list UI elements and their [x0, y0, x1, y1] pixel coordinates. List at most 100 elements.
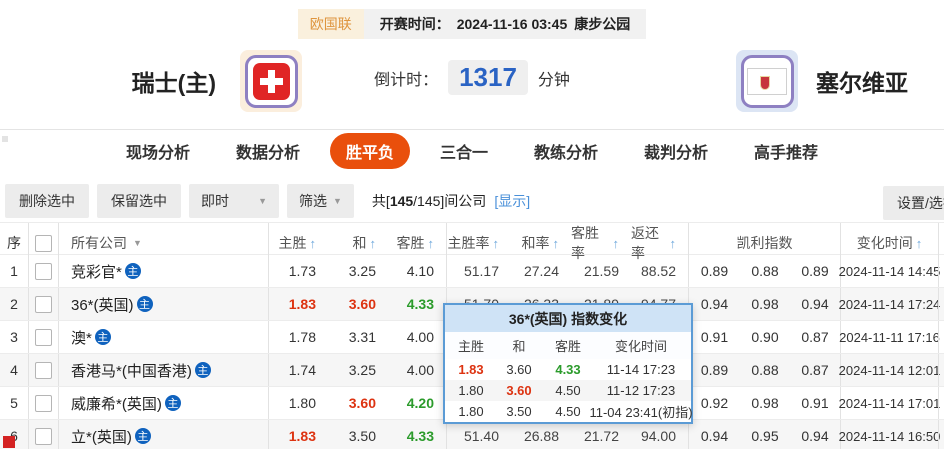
company-cell[interactable]: 香港马*(中国香港) 主 [58, 354, 268, 386]
odds-home-win: 1.74 [268, 354, 328, 386]
sort-up-icon: ↑ [427, 235, 435, 251]
match-info-bar: 欧国联 开赛时间： 2024-11-16 03:45 康步公园 [0, 9, 944, 39]
popup-row: 1.80 3.60 4.50 11-12 17:23 [445, 380, 691, 401]
row-checkbox[interactable] [35, 427, 52, 445]
odds-away-win: 4.00 [406, 362, 434, 378]
kelly-2: 0.95 [751, 428, 779, 444]
row-checkbox-cell [28, 255, 58, 287]
change-time: 2024-11-14 14:45 [839, 255, 940, 287]
nav-tab-4[interactable]: 三合一 [424, 133, 504, 169]
kelly-1: 0.89 [688, 255, 740, 287]
nav-tab-5[interactable]: 教练分析 [518, 133, 614, 169]
company-name: 威廉希*(英国) [71, 395, 162, 413]
league-badge: 欧国联 [297, 9, 364, 39]
kelly-3: 0.87 [801, 329, 829, 345]
odds-draw: 3.60 [506, 362, 532, 377]
odds-away-win: 4.00 [406, 329, 434, 345]
odds-draw: 3.50 [348, 428, 376, 444]
keep-selected-button[interactable]: 保留选中 [97, 184, 181, 218]
row-index: 1 [10, 263, 18, 279]
sort-up-icon: ↑ [309, 235, 317, 251]
table-row: 1 竞彩官* 主 1.73 3.25 4.10 51.17 27.24 21.59 88.52 0.… [0, 255, 944, 288]
show-link[interactable]: [显示] [494, 191, 530, 211]
row-checkbox-cell [28, 387, 58, 419]
draw-rate: 27.24 [523, 263, 559, 279]
company-cell[interactable]: 立*(英国) 主 [58, 420, 268, 449]
odds-home-win: 1.83 [268, 420, 328, 449]
popup-row: 1.83 3.60 4.33 11-14 17:23 [445, 359, 691, 380]
row-checkbox-cell [28, 420, 58, 449]
countdown-label: 倒计时： [374, 71, 439, 89]
caret-down-icon: ▼ [333, 196, 342, 206]
nav-tab-2[interactable]: 数据分析 [220, 133, 316, 169]
company-cell[interactable]: 竞彩官* 主 [58, 255, 268, 287]
filter-dropdown-label: 筛选 [299, 193, 327, 209]
odds-draw: 3.25 [348, 362, 376, 378]
row-checkbox[interactable] [35, 394, 52, 412]
nav-tab-7[interactable]: 高手推荐 [738, 133, 834, 169]
kelly-2: 0.88 [751, 362, 779, 378]
nav-tab-3[interactable]: 胜平负 [329, 133, 410, 169]
kelly-2: 0.98 [751, 395, 779, 411]
kelly-3: 0.91 [801, 395, 829, 411]
company-cell[interactable]: 威廉希*(英国) 主 [58, 387, 268, 419]
company-name: 36*(英国) [71, 296, 134, 314]
row-checkbox[interactable] [35, 295, 52, 313]
sort-up-icon: ↑ [552, 235, 560, 251]
odds-draw: 3.60 [506, 383, 532, 398]
row-checkbox[interactable] [35, 328, 52, 346]
popup-col-1: 主胜 [457, 339, 484, 354]
sort-up-icon: ↑ [915, 235, 923, 251]
nav-tab-6[interactable]: 裁判分析 [628, 133, 724, 169]
odds-draw: 3.60 [348, 395, 376, 411]
nav-tabs: 现场分析 数据分析 胜平负 三合一 教练分析 裁判分析 高手推荐 [0, 133, 944, 169]
select-all-checkbox[interactable] [35, 234, 52, 252]
change-time: 2024-11-14 17:01 [839, 387, 940, 419]
popup-col-4: 变化时间 [614, 339, 667, 354]
home-badge-icon: 主 [164, 395, 181, 411]
caret-down-icon: ▼ [133, 238, 142, 248]
live-dropdown-label: 即时 [201, 193, 229, 209]
away-flag-box [736, 50, 798, 112]
home-badge-icon: 主 [94, 329, 111, 345]
away-team-block: 塞尔维亚 [736, 48, 908, 114]
filter-dropdown[interactable]: 筛选 ▼ [287, 184, 354, 218]
home-badge-icon: 主 [124, 263, 141, 279]
company-cell[interactable]: 澳* 主 [58, 321, 268, 353]
company-cell[interactable]: 36*(英国) 主 [58, 288, 268, 320]
kickoff-label: 开赛时间： [379, 16, 450, 32]
odds-away-win: 4.33 [555, 362, 581, 377]
row-checkbox[interactable] [35, 262, 52, 280]
draw-rate: 26.88 [523, 428, 559, 444]
red-square-marker [3, 436, 15, 448]
popup-change-time: 11-12 17:23 [606, 383, 676, 398]
odds-away-win: 4.10 [406, 263, 434, 279]
row-checkbox[interactable] [35, 361, 52, 379]
company-name: 香港马*(中国香港) [71, 362, 192, 380]
away-team-name: 塞尔维亚 [816, 70, 908, 96]
odds-away-win: 4.20 [406, 395, 434, 411]
live-dropdown[interactable]: 即时 ▼ [189, 184, 279, 218]
row-index: 5 [10, 395, 18, 411]
odds-away-win: 4.33 [406, 428, 434, 444]
sort-up-icon: ↑ [492, 235, 500, 251]
odds-away-win: 4.50 [555, 383, 581, 398]
settings-button[interactable]: 设置/选择 [883, 186, 944, 220]
delete-selected-button[interactable]: 删除选中 [5, 184, 89, 218]
popup-rows: 1.83 3.60 4.33 11-14 17:23 1.80 3.60 4.50 11-12… [445, 359, 693, 422]
change-time: 2024-11-14 12:01 [839, 354, 940, 386]
company-count: 共[145/145]间公司 [371, 193, 487, 209]
home-rate: 51.40 [446, 420, 511, 449]
kickoff-bar: 开赛时间： 2024-11-16 03:45 康步公园 [363, 9, 647, 39]
kelly-3: 0.87 [801, 362, 829, 378]
popup-col-2: 和 [512, 339, 526, 354]
popup-row: 1.80 3.50 4.50 11-04 23:41(初指) [445, 401, 692, 422]
row-sliver [938, 354, 944, 386]
kelly-2: 0.90 [751, 329, 779, 345]
countdown-unit: 分钟 [537, 71, 570, 89]
odds-home-win: 1.80 [458, 404, 484, 419]
kelly-1: 0.92 [688, 387, 740, 419]
home-badge-icon: 主 [136, 296, 153, 312]
nav-tab-1[interactable]: 现场分析 [110, 133, 206, 169]
table-row: 6立*(英国)主1.833.504.3351.4026.8821.7294.00… [0, 420, 944, 449]
